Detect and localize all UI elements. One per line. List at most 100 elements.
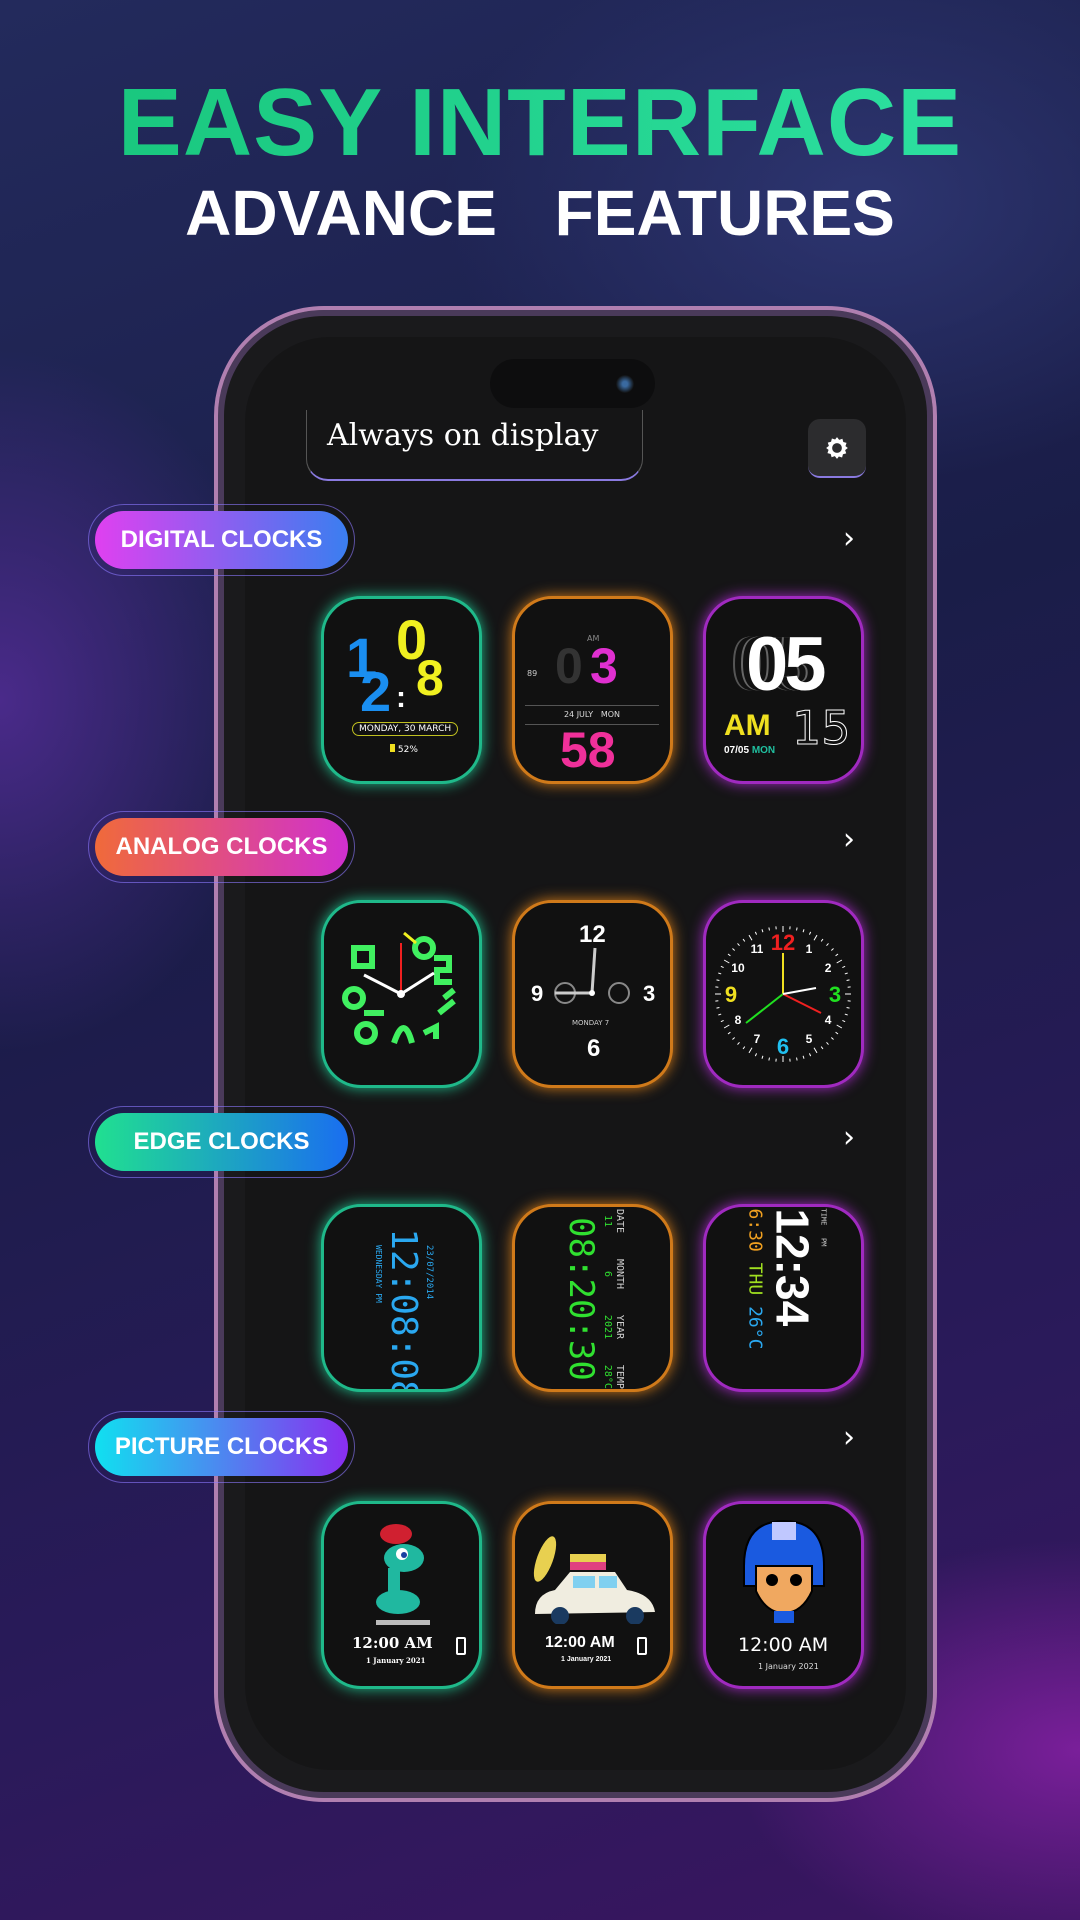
hour-digit: 0 (555, 638, 583, 694)
edge-clock-card-2[interactable]: DATE 11 MONTH 6 YEAR 2021 TEMP 28°C 08:20:30 (512, 1204, 673, 1392)
tick-mark (727, 953, 731, 957)
hour-number: 7 (754, 1032, 761, 1046)
hours: 05 (746, 622, 827, 707)
tick-mark (826, 1041, 829, 1045)
tick-mark (716, 1007, 720, 1009)
category-label: EDGE CLOCKS (95, 1113, 348, 1171)
ampm: AM (724, 709, 771, 742)
analog-clock-face (342, 931, 456, 1045)
tick-mark (846, 979, 850, 981)
battery-icon (637, 1637, 647, 1655)
app-title-bar: Always on display (306, 410, 643, 481)
analog-clock-card-3[interactable]: 12 1 2 3 4 5 6 7 8 9 10 11 (703, 900, 864, 1088)
tick-mark (718, 1013, 722, 1016)
category-digital-clocks[interactable]: DIGITAL CLOCKS (88, 504, 355, 576)
tick-mark (846, 1007, 850, 1009)
day-label: MON (751, 745, 776, 756)
picture-clock-card-2[interactable]: 12:00 AM 1 January 2021 (512, 1501, 673, 1689)
tick-mark (742, 1046, 746, 1050)
temperature: 26°C (744, 1306, 766, 1350)
subheadline: ADVANCE FEATURES (185, 177, 895, 249)
minutes: 58 (560, 722, 616, 778)
category-edge-clocks[interactable]: EDGE CLOCKS (88, 1106, 355, 1178)
analog-clock-card-2[interactable]: 12 3 6 9 MONDAY 7 (512, 900, 673, 1088)
category-picture-clocks[interactable]: PICTURE CLOCKS (88, 1411, 355, 1483)
clock-hands (554, 947, 630, 1004)
ampm: PM (819, 1238, 828, 1247)
date-value: 11 (602, 1215, 613, 1228)
hour-digit: 3 (590, 638, 618, 694)
tick-mark (813, 934, 818, 941)
analog-clock-card-1[interactable] (321, 900, 482, 1088)
date-caption: DATE (614, 1209, 625, 1234)
chevron-right-icon[interactable]: › (843, 521, 855, 556)
tick-mark (727, 1031, 731, 1035)
tick-mark (761, 1055, 764, 1059)
category-analog-clocks[interactable]: ANALOG CLOCKS (88, 811, 355, 883)
date-label: 1 January 2021 (561, 1656, 612, 1663)
date-label: 1 January 2021 (366, 1656, 426, 1665)
temp-caption: TEMP (614, 1364, 625, 1389)
gear-icon (826, 436, 848, 459)
tick-mark (754, 931, 758, 935)
tick-mark (723, 1024, 730, 1029)
hour-number: 6 (777, 1034, 789, 1059)
battery-icon (390, 744, 395, 752)
clock-hand (782, 993, 822, 1014)
car-image (533, 1536, 655, 1624)
chevron-right-icon[interactable]: › (843, 822, 855, 857)
time-display: 08:20:30 (561, 1217, 601, 1381)
date-label: 1 January 2021 (758, 1662, 819, 1671)
clock-hand (745, 993, 784, 1024)
year-value: 2021 (602, 1314, 613, 1340)
tick-mark (748, 934, 753, 941)
tick-mark (836, 1024, 843, 1029)
date-label: 24 JULY (563, 710, 594, 719)
tick-mark (718, 972, 722, 975)
hour-number: 8 (735, 1013, 742, 1027)
settings-button[interactable] (808, 419, 866, 478)
time-display: 12:08:08 (383, 1228, 424, 1392)
tick-mark (796, 927, 798, 931)
tick-mark (796, 1057, 798, 1061)
hour-number: 10 (731, 961, 745, 975)
hour-number: 3 (829, 982, 841, 1007)
tick-mark (754, 1053, 758, 1057)
tick-mark (836, 959, 843, 964)
camera-icon (616, 375, 634, 393)
tick-mark (768, 927, 770, 931)
tick-mark (820, 938, 824, 942)
hour-number: 12 (771, 930, 795, 955)
tick-mark (748, 1047, 753, 1054)
tick-mark (742, 938, 746, 942)
time-display: 12:00 AM (738, 1634, 829, 1656)
picture-clock-card-3[interactable]: 12:00 AM 1 January 2021 (703, 1501, 864, 1689)
tick-mark (720, 1019, 724, 1023)
analog-clock-face: 12 12 3 45 6 78 9 10 11 (715, 926, 851, 1062)
time-caption: TIME (819, 1208, 828, 1226)
date-label: MONDAY, 30 MARCH (352, 722, 459, 736)
tick-mark (826, 943, 829, 947)
hour-number: 1 (806, 942, 813, 956)
edge-clock-card-1[interactable]: 23/07/2014 12:08:08 WEDNESDAY PM (321, 1204, 482, 1392)
tick-mark (830, 948, 834, 951)
digital-clock-card-2[interactable]: AM 0 3 89 24 JULY MON 58 (512, 596, 673, 784)
chevron-right-icon[interactable]: › (843, 1120, 855, 1155)
tick-mark (842, 1019, 846, 1023)
digital-clock-card-3[interactable]: 05 AM 15 07/05 MON (703, 596, 864, 784)
clock-hand (782, 987, 817, 995)
tick-mark (802, 929, 805, 933)
alarm-time: 6:30 (744, 1208, 766, 1252)
picture-clock-card-1[interactable]: 12:00 AM 1 January 2021 (321, 1501, 482, 1689)
category-label: DIGITAL CLOCKS (95, 511, 348, 569)
battery-icon (456, 1637, 466, 1655)
digital-clock-card-1[interactable]: 1 2 : 0 8 MONDAY, 30 MARCH 52% (321, 596, 482, 784)
chevron-right-icon[interactable]: › (843, 1420, 855, 1455)
app-title: Always on display (327, 418, 599, 453)
battery-level: 52% (397, 745, 418, 755)
tick-mark (808, 1053, 812, 1057)
date-label: 23/07/2014 (424, 1245, 434, 1300)
tick-mark (830, 1037, 834, 1040)
edge-clock-card-3[interactable]: TIME PM 12:34 6:30 THU 26°C (703, 1204, 864, 1392)
tick-mark (723, 959, 730, 964)
